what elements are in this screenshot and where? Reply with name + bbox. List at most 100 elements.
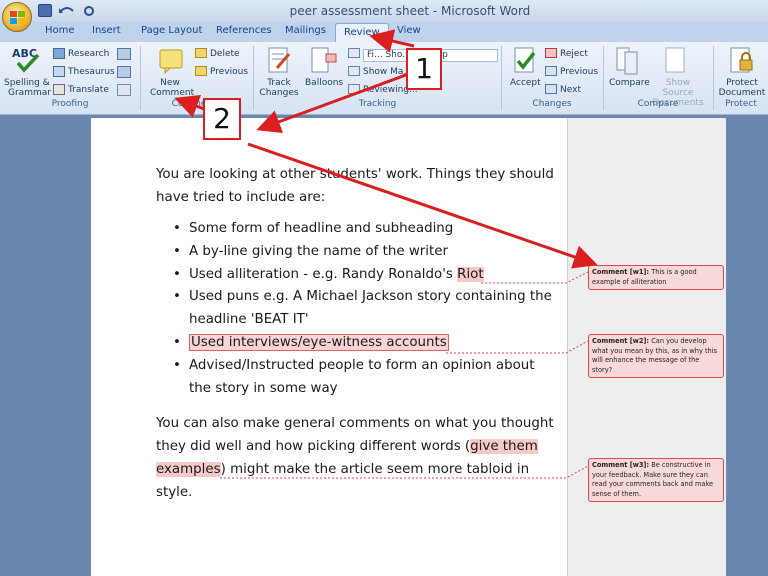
protect-label-1: Protect [726,78,758,88]
list-item: Used puns e.g. A Michael Jackson story c… [173,286,552,332]
language-icon[interactable] [117,66,131,78]
protect-label-2: Document [718,88,766,98]
show-markup-icon [348,66,360,76]
next-change-icon [545,84,557,94]
accept-icon [514,47,536,73]
delete-comment-button[interactable]: Delete [210,49,240,59]
protect-document-button[interactable]: Protect Document [716,78,768,98]
ribbon-tabs: Home Insert Page Layout References Maili… [0,22,768,42]
accept-button[interactable]: Accept [510,78,541,88]
grammar-label: Grammar [8,88,51,98]
list-item-text: the story in some way [189,380,338,396]
list-item: Used alliteration - e.g. Randy Ronaldo's… [173,264,552,287]
compare-icon [616,47,638,75]
track-changes-label-1: Track [267,78,291,88]
reject-icon [545,48,557,58]
thesaurus-button[interactable]: Thesaurus [68,67,115,77]
office-logo-icon [10,11,25,24]
redo-icon[interactable] [82,4,96,17]
comment-balloon[interactable]: Comment [w2]: Can you develop what you m… [588,334,724,378]
quick-access-toolbar [38,4,96,17]
comment-tag: Comment [w1]: [592,268,650,276]
window-title: peer assessment sheet - Microsoft Word [289,4,531,18]
commented-text-give-them[interactable]: give them [470,439,538,454]
comment-balloon[interactable]: Comment [w1]: This is a good example of … [588,265,724,290]
protect-group-label: Protect [725,99,757,109]
thesaurus-icon [53,66,65,77]
commented-text-interviews[interactable]: Used interviews/eye-witness accounts [189,333,449,351]
para2-line-1: You can also make general comments on wh… [156,416,554,431]
tab-home[interactable]: Home [45,25,75,36]
delete-comment-icon [195,48,207,58]
list-item-text: Advised/Instructed people to form an opi… [189,357,535,373]
compare-group-label: Compare [637,99,679,109]
para2-line-4: style. [156,485,193,500]
tab-insert[interactable]: Insert [92,25,121,36]
previous-change-icon [545,66,557,76]
tab-page-layout[interactable]: Page Layout [141,25,202,36]
list-item: A by-line giving the name of the writer [173,241,552,264]
track-changes-button[interactable]: Track Changes [258,78,300,98]
para2-line-2: they did well and how picking different … [156,435,538,458]
spelling-label: Spelling & [4,78,50,88]
list-item: Some form of headline and subheading [173,218,552,241]
spelling-grammar-button[interactable]: Spelling & Grammar [4,78,51,98]
tracking-group-label: Tracking [358,99,397,109]
list-item-text: Used alliteration - e.g. Randy Ronaldo's [189,266,458,282]
reject-button[interactable]: Reject [560,49,588,59]
new-comment-label-1: New [160,78,180,88]
protect-document-icon [730,47,753,73]
comment-tag: Comment [w3]: [592,461,650,469]
intro-line-2: have tried to include are: [156,190,326,205]
comment-tag: Comment [w2]: [592,337,650,345]
translation-tooltip-icon[interactable] [117,48,131,60]
new-comment-label-2: Comment [150,88,195,98]
list-item-text: Some form of headline and subheading [189,221,454,236]
previous-change-button[interactable]: Previous [560,67,598,77]
proofing-group-label: Proofing [51,99,89,109]
para2-text: they did well and how picking different … [156,439,471,454]
title-bar: peer assessment sheet - Microsoft Word [0,0,768,22]
office-button[interactable] [2,2,32,32]
comment-balloon[interactable]: Comment [w3]: Be constructive in your fe… [588,458,724,502]
para2-line-3: examples) might make the article seem mo… [156,458,529,481]
list-item-text: A by-line giving the name of the writer [189,243,448,259]
list-item: Advised/Instructed people to form an opi… [173,355,552,401]
balloons-button[interactable]: Balloons [305,78,343,88]
list-item: Used interviews/eye-witness accounts [173,332,552,355]
save-icon[interactable] [38,4,52,17]
balloons-icon [311,47,337,73]
previous-comment-button[interactable]: Previous [210,67,248,77]
translate-icon [53,84,65,95]
word-count-icon[interactable] [117,84,131,96]
tab-mailings[interactable]: Mailings [285,25,326,36]
tab-view[interactable]: View [397,25,421,36]
reviewing-pane-icon [348,84,360,94]
commented-text-riot[interactable]: Riot [457,266,484,282]
tab-review[interactable]: Review [335,23,389,42]
intro-line-1: You are looking at other students' work.… [156,167,554,182]
compare-button[interactable]: Compare [609,78,650,88]
list-item-text: Used puns e.g. A Michael Jackson story c… [189,289,552,305]
undo-icon[interactable] [58,4,76,17]
show-markup-button[interactable]: Show Ma... [363,67,412,77]
callout-step-2: 2 [203,98,241,140]
new-comment-button[interactable]: New Comment [150,78,195,98]
display-for-review-icon [348,48,360,58]
research-icon [53,48,65,59]
next-change-button[interactable]: Next [560,85,581,95]
callout-step-1: 1 [406,48,442,90]
track-changes-label-2: Changes [259,88,299,98]
show-source-documents-icon [665,47,685,73]
translate-button[interactable]: Translate [68,85,109,95]
list-item-text: headline 'BEAT IT' [189,312,309,328]
tab-references[interactable]: References [216,25,272,36]
checklist: Some form of headline and subheading A b… [173,218,552,400]
show-source-label-1: Show Source [662,78,694,98]
new-comment-icon [159,49,183,74]
commented-text-examples[interactable]: examples [156,462,221,477]
para2-text: ) might make the article seem more tablo… [220,462,530,477]
research-button[interactable]: Research [68,49,109,59]
track-changes-icon [268,47,291,73]
changes-group-label: Changes [532,99,572,109]
